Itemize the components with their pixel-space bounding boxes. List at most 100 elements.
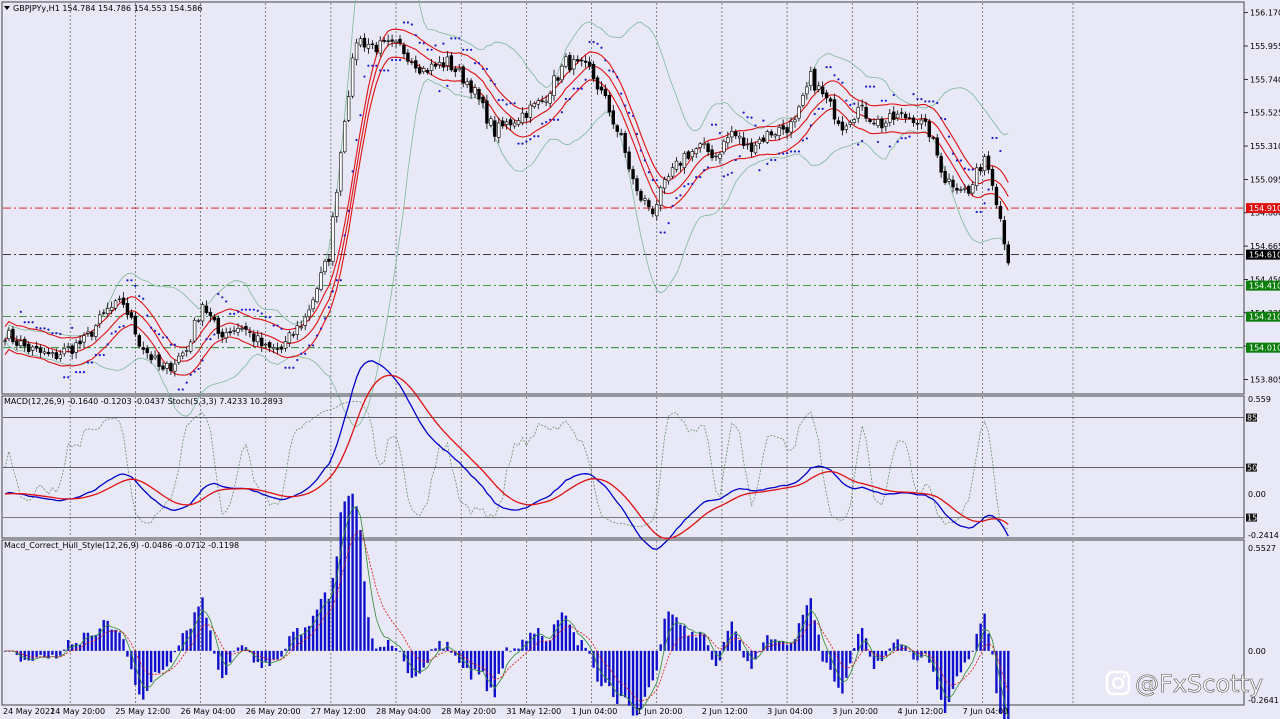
- hull-bar: [371, 638, 374, 651]
- candle-body: [820, 86, 825, 95]
- hull-bar: [785, 644, 789, 651]
- candle-body: [631, 169, 635, 180]
- sar-dot: [912, 93, 915, 96]
- sar-dot: [229, 312, 232, 315]
- hull-bar: [359, 529, 362, 651]
- sar-dot: [639, 149, 643, 152]
- candle-body: [805, 86, 809, 95]
- candle-body: [734, 131, 738, 137]
- hull-bar: [90, 635, 94, 651]
- hull-bar: [521, 639, 524, 651]
- candle-body: [907, 117, 912, 119]
- candle-body: [141, 347, 145, 350]
- time-tick-label: 25 May 12:00: [115, 707, 170, 716]
- candle-body: [844, 125, 849, 130]
- candle-body: [374, 44, 378, 53]
- hull-bar: [201, 597, 204, 651]
- hull-bar: [691, 631, 694, 651]
- sar-dot: [217, 292, 220, 296]
- candle-body: [785, 127, 789, 134]
- hull-bar: [315, 609, 319, 651]
- candle-body: [848, 122, 853, 125]
- sar-dot: [944, 118, 947, 121]
- sar-dot: [450, 37, 453, 40]
- candle-body: [919, 119, 924, 125]
- candle-body: [58, 354, 63, 359]
- sar-dot: [659, 231, 662, 234]
- hull-bar: [659, 644, 662, 651]
- candle-body: [216, 317, 220, 334]
- sar-dot: [770, 158, 773, 162]
- sar-dot: [189, 373, 192, 376]
- sar-dot: [185, 381, 188, 384]
- hull-bar: [232, 650, 236, 652]
- sar-dot: [466, 48, 469, 51]
- candle-body: [678, 162, 683, 166]
- candle-body: [809, 71, 813, 86]
- hull-bar: [576, 645, 579, 651]
- sar-dot: [236, 310, 240, 313]
- hull-bar: [742, 650, 745, 658]
- candle-body: [220, 331, 224, 338]
- trading-chart[interactable]: 156.170 155.955 155.740 155.525 155.310 155.0…: [0, 0, 1280, 719]
- hull-bar: [193, 612, 196, 651]
- hull-bar: [114, 630, 117, 651]
- candle-body: [410, 61, 414, 63]
- sar-dot: [549, 118, 552, 121]
- sar-dot: [584, 78, 587, 81]
- sar-dot: [967, 168, 970, 171]
- candle-body: [651, 208, 655, 215]
- sar-dot: [955, 159, 959, 162]
- candle-body: [263, 343, 268, 346]
- candle-body: [78, 340, 82, 345]
- candle-body: [19, 340, 23, 347]
- sar-dot: [714, 123, 718, 126]
- sar-dot: [667, 222, 670, 225]
- candle-body: [615, 125, 619, 132]
- candle-body: [884, 122, 888, 127]
- hull-bar: [236, 647, 240, 651]
- sar-dot: [928, 100, 931, 103]
- sar-dot: [126, 279, 129, 282]
- candle-body: [639, 191, 643, 201]
- sar-dot: [825, 66, 828, 69]
- hull-bar: [146, 650, 149, 691]
- sar-dot: [387, 69, 390, 72]
- candle-body: [433, 63, 438, 67]
- candle-body: [23, 338, 27, 347]
- candle-body: [564, 56, 568, 67]
- candle-body: [682, 153, 687, 168]
- candle-body: [982, 156, 987, 171]
- sar-dot: [683, 185, 686, 188]
- sar-dot: [786, 151, 789, 155]
- sar-dot: [225, 300, 228, 303]
- sar-dot: [473, 62, 477, 65]
- macd-tick-label: -0.2414: [1248, 531, 1279, 540]
- candle-body: [978, 167, 983, 172]
- candle-body: [607, 94, 612, 113]
- sar-dot: [462, 48, 465, 51]
- macd-tick-label: 0.00: [1248, 490, 1266, 499]
- candle-body: [730, 130, 734, 138]
- hull-bar: [683, 625, 686, 651]
- sar-dot: [470, 48, 473, 51]
- watermark-text: @FxScotty: [1135, 670, 1263, 698]
- hull-bar: [221, 650, 224, 679]
- sar-dot: [284, 366, 287, 369]
- hull-bar: [264, 650, 267, 662]
- candle-body: [145, 347, 149, 354]
- hull-bar: [102, 620, 105, 651]
- candle-body: [90, 331, 94, 337]
- sar-dot: [375, 64, 378, 67]
- candle-body: [342, 121, 347, 153]
- candle-body: [165, 363, 169, 369]
- sar-dot: [691, 182, 694, 186]
- sar-dot: [110, 332, 113, 335]
- time-tick-label: 26 May 04:00: [181, 707, 236, 716]
- hull-bar: [481, 650, 485, 672]
- hull-bar: [418, 650, 421, 674]
- candle-body: [903, 113, 908, 119]
- sar-dot: [280, 327, 283, 330]
- sar-dot: [244, 308, 248, 311]
- hull-bar: [70, 644, 74, 651]
